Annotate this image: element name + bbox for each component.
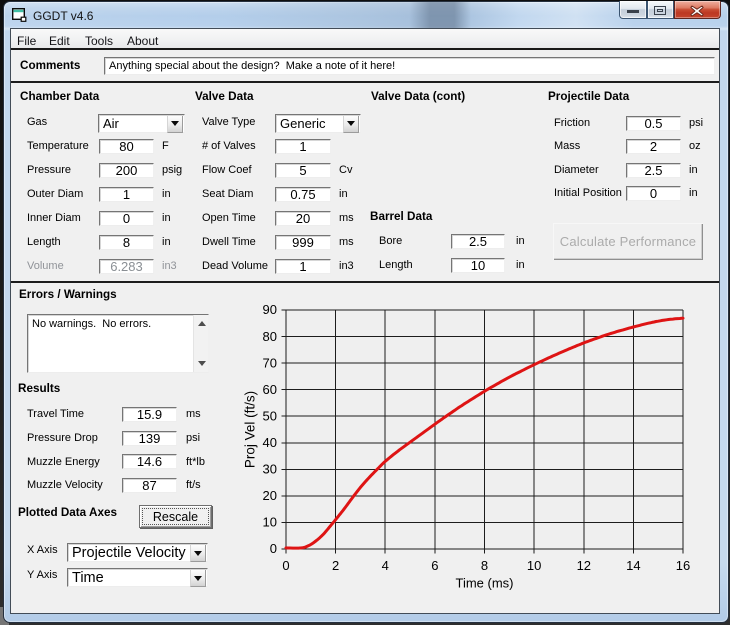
svg-text:40: 40 [263, 435, 277, 450]
svg-text:14: 14 [626, 558, 640, 573]
svg-text:70: 70 [263, 355, 277, 370]
svg-text:Time (ms): Time (ms) [455, 576, 513, 591]
svg-text:16: 16 [676, 558, 690, 573]
svg-text:10: 10 [263, 515, 277, 530]
svg-text:12: 12 [577, 558, 591, 573]
svg-text:Proj Vel (ft/s): Proj Vel (ft/s) [243, 391, 258, 468]
svg-text:30: 30 [263, 462, 277, 477]
svg-text:10: 10 [527, 558, 541, 573]
svg-text:80: 80 [263, 329, 277, 344]
svg-text:6: 6 [431, 558, 438, 573]
svg-text:0: 0 [270, 541, 277, 556]
svg-text:50: 50 [263, 408, 277, 423]
svg-text:0: 0 [282, 558, 289, 573]
svg-text:2: 2 [332, 558, 339, 573]
svg-text:8: 8 [481, 558, 488, 573]
svg-text:4: 4 [382, 558, 389, 573]
svg-text:90: 90 [263, 302, 277, 317]
svg-text:20: 20 [263, 488, 277, 503]
svg-text:60: 60 [263, 382, 277, 397]
